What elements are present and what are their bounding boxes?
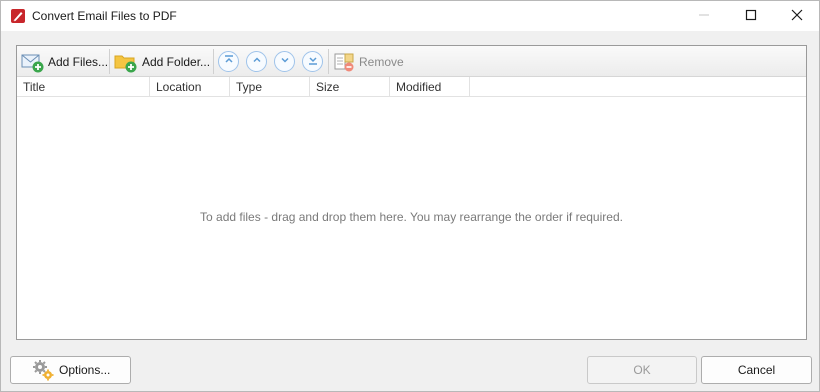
minimize-icon xyxy=(698,9,710,24)
email-add-icon xyxy=(20,50,46,74)
empty-list-message: To add files - drag and drop them here. … xyxy=(200,210,623,224)
options-label: Options... xyxy=(59,363,111,377)
window-title: Convert Email Files to PDF xyxy=(32,9,177,23)
pdf-pen-icon xyxy=(10,8,26,24)
move-up-icon xyxy=(251,54,263,69)
gears-icon xyxy=(31,358,55,382)
remove-list-icon xyxy=(333,50,357,74)
cancel-label: Cancel xyxy=(737,363,776,377)
toolbar-separator xyxy=(328,49,329,74)
file-toolbar: Add Files... Add Folder... Remove xyxy=(17,46,806,77)
add-files-button[interactable]: Add Files... xyxy=(20,48,108,75)
remove-button[interactable]: Remove xyxy=(333,48,404,75)
cancel-button[interactable]: Cancel xyxy=(701,356,812,384)
close-icon xyxy=(791,9,803,24)
ok-button[interactable]: OK xyxy=(587,356,697,384)
file-list-panel[interactable]: Add Files... Add Folder... Remove Title … xyxy=(16,45,807,340)
move-to-top-button[interactable] xyxy=(218,51,239,72)
add-folder-label: Add Folder... xyxy=(142,54,211,69)
ok-label: OK xyxy=(633,363,651,377)
column-header-title[interactable]: Title xyxy=(17,77,150,97)
minimize-button[interactable] xyxy=(681,1,727,31)
move-down-icon xyxy=(279,54,291,69)
column-header-type[interactable]: Type xyxy=(230,77,310,97)
options-button[interactable]: Options... xyxy=(10,356,131,384)
maximize-button[interactable] xyxy=(728,1,774,31)
column-header-modified[interactable]: Modified xyxy=(390,77,470,97)
add-files-label: Add Files... xyxy=(48,54,109,69)
move-to-top-icon xyxy=(223,54,235,69)
close-button[interactable] xyxy=(774,1,820,31)
folder-add-icon xyxy=(113,50,139,74)
toolbar-separator xyxy=(213,49,214,74)
title-bar: Convert Email Files to PDF xyxy=(1,1,819,31)
move-to-bottom-icon xyxy=(307,54,319,69)
column-header-row: Title Location Type Size Modified xyxy=(17,77,806,97)
maximize-icon xyxy=(745,9,757,24)
remove-label: Remove xyxy=(359,54,404,69)
column-header-location[interactable]: Location xyxy=(150,77,230,97)
dialog-window: Convert Email Files to PDF Add Files... … xyxy=(0,0,820,392)
move-up-button[interactable] xyxy=(246,51,267,72)
toolbar-separator xyxy=(109,49,110,74)
move-to-bottom-button[interactable] xyxy=(302,51,323,72)
column-header-size[interactable]: Size xyxy=(310,77,390,97)
add-folder-button[interactable]: Add Folder... xyxy=(113,48,210,75)
move-down-button[interactable] xyxy=(274,51,295,72)
